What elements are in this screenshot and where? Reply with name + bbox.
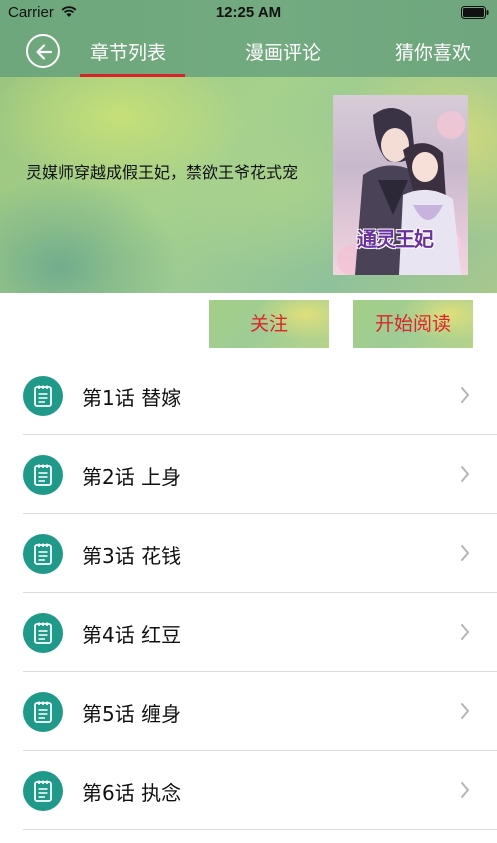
chapter-title: 第6话 执念 (82, 781, 182, 805)
chapter-list: 第1话 替嫁 第2话 上身 第3话 花钱 第4话 红豆 第5话 缠身 第6话 执… (0, 356, 497, 830)
chapter-title: 第2话 上身 (82, 465, 182, 489)
chevron-right-icon (461, 387, 469, 403)
tab-chapter-list[interactable]: 章节列表 (90, 38, 166, 64)
nav-bar: 章节列表 漫画评论 猜你喜欢 (0, 24, 497, 77)
chapter-row[interactable]: 第5话 缠身 (0, 672, 497, 751)
cover-title-logo: 通灵王妃 (357, 227, 434, 251)
chevron-right-icon (461, 545, 469, 561)
chapter-row[interactable]: 第1话 替嫁 (0, 356, 497, 435)
chapter-title: 第1话 替嫁 (82, 386, 182, 410)
notepad-icon (23, 692, 63, 732)
follow-button[interactable]: 关注 (209, 300, 329, 348)
chapter-title: 第5话 缠身 (82, 702, 182, 726)
chapter-title: 第4话 红豆 (82, 623, 182, 647)
battery-icon (461, 6, 489, 19)
back-button[interactable] (26, 34, 60, 68)
start-reading-button[interactable]: 开始阅读 (353, 300, 473, 348)
notepad-icon (23, 613, 63, 653)
chevron-right-icon (461, 703, 469, 719)
notepad-icon (23, 376, 63, 416)
status-time: 12:25 AM (215, 4, 282, 21)
tab-comic-comments[interactable]: 漫画评论 (245, 38, 321, 64)
top-bar: Carrier 12:25 AM 章节列表 漫画评论 猜你喜欢 (0, 0, 497, 77)
chevron-right-icon (461, 624, 469, 640)
comic-header: 灵媒师穿越成假王妃，禁欲王爷花式宠 通灵王妃 (0, 77, 497, 293)
arrow-left-icon (36, 44, 53, 60)
chapter-row[interactable]: 第4话 红豆 (0, 593, 497, 672)
divider (23, 829, 497, 830)
chapter-title: 第3话 花钱 (82, 544, 182, 568)
comic-cover-image: 通灵王妃 (333, 95, 468, 275)
tab-recommendations[interactable]: 猜你喜欢 (395, 38, 471, 64)
chevron-right-icon (461, 466, 469, 482)
chapter-row[interactable]: 第6话 执念 (0, 751, 497, 830)
notepad-icon (23, 771, 63, 811)
chevron-right-icon (461, 782, 469, 798)
chapter-row[interactable]: 第3话 花钱 (0, 514, 497, 593)
notepad-icon (23, 534, 63, 574)
comic-summary: 灵媒师穿越成假王妃，禁欲王爷花式宠 (26, 163, 299, 182)
notepad-icon (23, 455, 63, 495)
chapter-row[interactable]: 第2话 上身 (0, 435, 497, 514)
status-bar: Carrier 12:25 AM (0, 0, 497, 24)
